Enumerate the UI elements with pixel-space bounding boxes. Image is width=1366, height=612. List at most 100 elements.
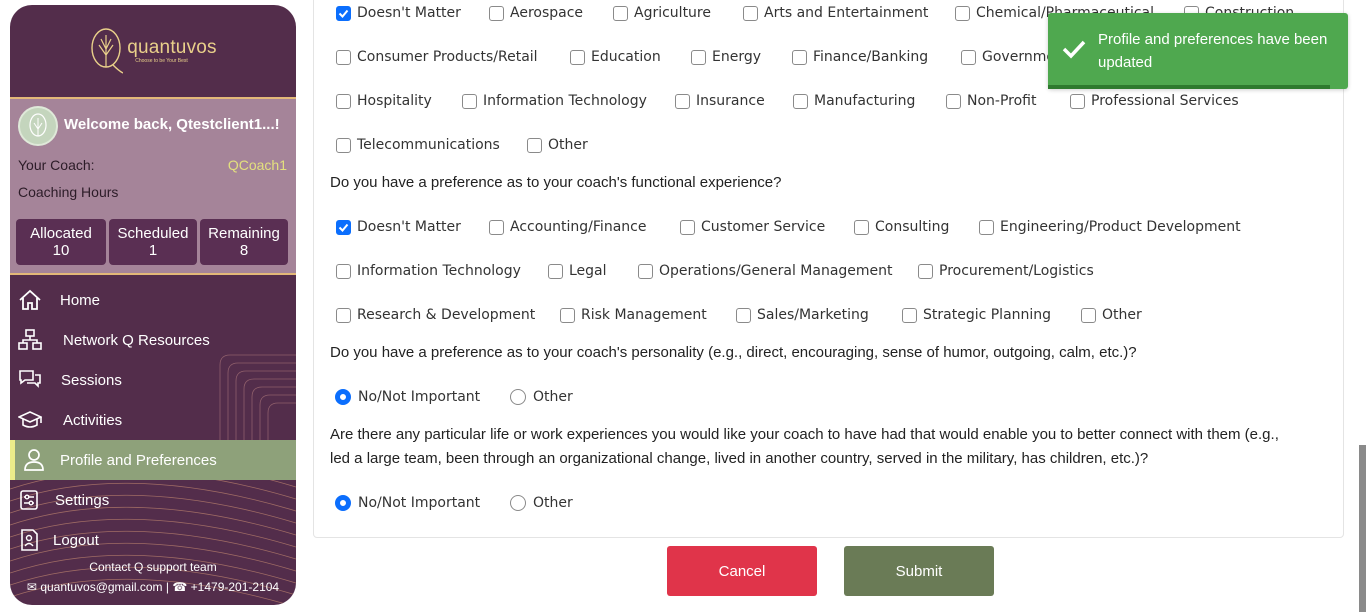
nav-sessions[interactable]: Sessions [10,360,296,400]
industry-option[interactable]: Arts and Entertainment [743,5,928,21]
industry-option[interactable]: Agriculture [613,5,711,21]
nav-activities[interactable]: Activities [10,400,296,440]
industry-option[interactable]: Telecommunications [336,137,500,153]
radio[interactable] [510,495,526,511]
support-email[interactable]: quantuvos@gmail.com [40,580,162,594]
scrollbar-thumb[interactable] [1359,445,1366,612]
personality-option[interactable]: Other [510,389,573,405]
checkbox[interactable] [548,263,563,279]
industry-option[interactable]: Doesn't Matter [336,5,461,21]
functional-option[interactable]: Risk Management [560,307,707,323]
nav-profile-and-preferences[interactable]: Profile and Preferences [10,440,296,480]
nav-settings[interactable]: Settings [10,480,296,520]
industry-option[interactable]: Energy [691,49,761,65]
checkbox[interactable] [854,219,869,235]
industry-option[interactable]: Hospitality [336,93,432,109]
welcome-text: Welcome back, Qtestclient1...! [64,116,280,133]
checkbox[interactable] [736,307,751,323]
toast-message: Profile and preferences have been update… [1098,31,1328,71]
functional-option[interactable]: Operations/General Management [638,263,893,279]
checkbox[interactable] [336,49,351,65]
industry-option[interactable]: Professional Services [1070,93,1239,109]
checkbox[interactable] [1070,93,1085,109]
radio[interactable] [335,495,351,511]
nav-logout[interactable]: Logout [10,520,296,560]
industry-option[interactable]: Finance/Banking [792,49,928,65]
checkbox[interactable] [946,93,961,109]
checkbox[interactable] [680,219,695,235]
checkbox[interactable] [336,5,351,21]
industry-option[interactable]: Manufacturing [793,93,915,109]
checkbox[interactable] [489,5,504,21]
radio[interactable] [510,389,526,405]
functional-option[interactable]: Doesn't Matter [336,219,461,235]
functional-option[interactable]: Other [1081,307,1142,323]
checkbox[interactable] [336,93,351,109]
industry-option[interactable]: Non-Profit [946,93,1036,109]
checkbox[interactable] [793,93,808,109]
checkbox[interactable] [570,49,585,65]
checkbox[interactable] [902,307,917,323]
avatar[interactable] [18,106,58,146]
industry-option[interactable]: Insurance [675,93,765,109]
cancel-button[interactable]: Cancel [667,546,817,596]
functional-option[interactable]: Information Technology [336,263,521,279]
checkbox[interactable] [979,219,994,235]
nav-label: Activities [63,411,123,429]
checkbox[interactable] [462,93,477,109]
option-label: Other [1102,307,1142,323]
functional-option[interactable]: Strategic Planning [902,307,1051,323]
experience-option[interactable]: No/Not Important [335,495,480,511]
experience-option[interactable]: Other [510,495,573,511]
checkbox[interactable] [336,263,351,279]
functional-option[interactable]: Legal [548,263,607,279]
industry-option[interactable]: Education [570,49,661,65]
option-label: Strategic Planning [923,307,1052,323]
checkbox[interactable] [961,49,976,65]
nav-label: Logout [53,531,99,549]
option-label: Hospitality [357,93,432,109]
checkbox[interactable] [638,263,653,279]
checkbox[interactable] [955,5,970,21]
checkbox[interactable] [336,137,351,153]
checkbox[interactable] [560,307,575,323]
personality-option[interactable]: No/Not Important [335,389,480,405]
checkbox[interactable] [1081,307,1096,323]
checkbox[interactable] [792,49,807,65]
option-label: Agriculture [634,5,711,21]
functional-option[interactable]: Research & Development [336,307,535,323]
industry-option[interactable]: Information Technology [462,93,647,109]
toast-progress-bar [1048,85,1330,89]
nav-home[interactable]: Home [10,280,296,320]
user-panel: Welcome back, Qtestclient1...! Your Coac… [10,99,296,273]
functional-option[interactable]: Sales/Marketing [736,307,869,323]
functional-option[interactable]: Accounting/Finance [489,219,646,235]
stat-allocated: Allocated 10 [16,219,106,265]
checkbox[interactable] [918,263,933,279]
check-icon [338,223,349,232]
nav-network-q-resources[interactable]: Network Q Resources [10,320,296,360]
coach-name[interactable]: QCoach1 [228,157,287,173]
industry-option[interactable]: Aerospace [489,5,583,21]
checkbox[interactable] [489,219,504,235]
checkbox[interactable] [691,49,706,65]
checkbox[interactable] [743,5,758,21]
checkbox[interactable] [527,137,542,153]
stat-value: 8 [239,242,249,259]
functional-option[interactable]: Consulting [854,219,949,235]
industry-option[interactable]: Other [527,137,588,153]
submit-button[interactable]: Submit [844,546,994,596]
functional-option[interactable]: Procurement/Logistics [918,263,1094,279]
functional-option[interactable]: Engineering/Product Development [979,219,1241,235]
checkbox[interactable] [613,5,628,21]
industry-option[interactable]: Consumer Products/Retail [336,49,538,65]
support-phone[interactable]: +1479-201-2104 [191,580,279,594]
checkbox[interactable] [336,307,351,323]
functional-option[interactable]: Customer Service [680,219,825,235]
success-toast[interactable]: Profile and preferences have been update… [1048,13,1348,89]
checkbox[interactable] [336,219,351,235]
option-label: Other [533,495,573,511]
stat-label: Remaining [208,225,280,242]
checkbox[interactable] [675,93,690,109]
radio[interactable] [335,389,351,405]
